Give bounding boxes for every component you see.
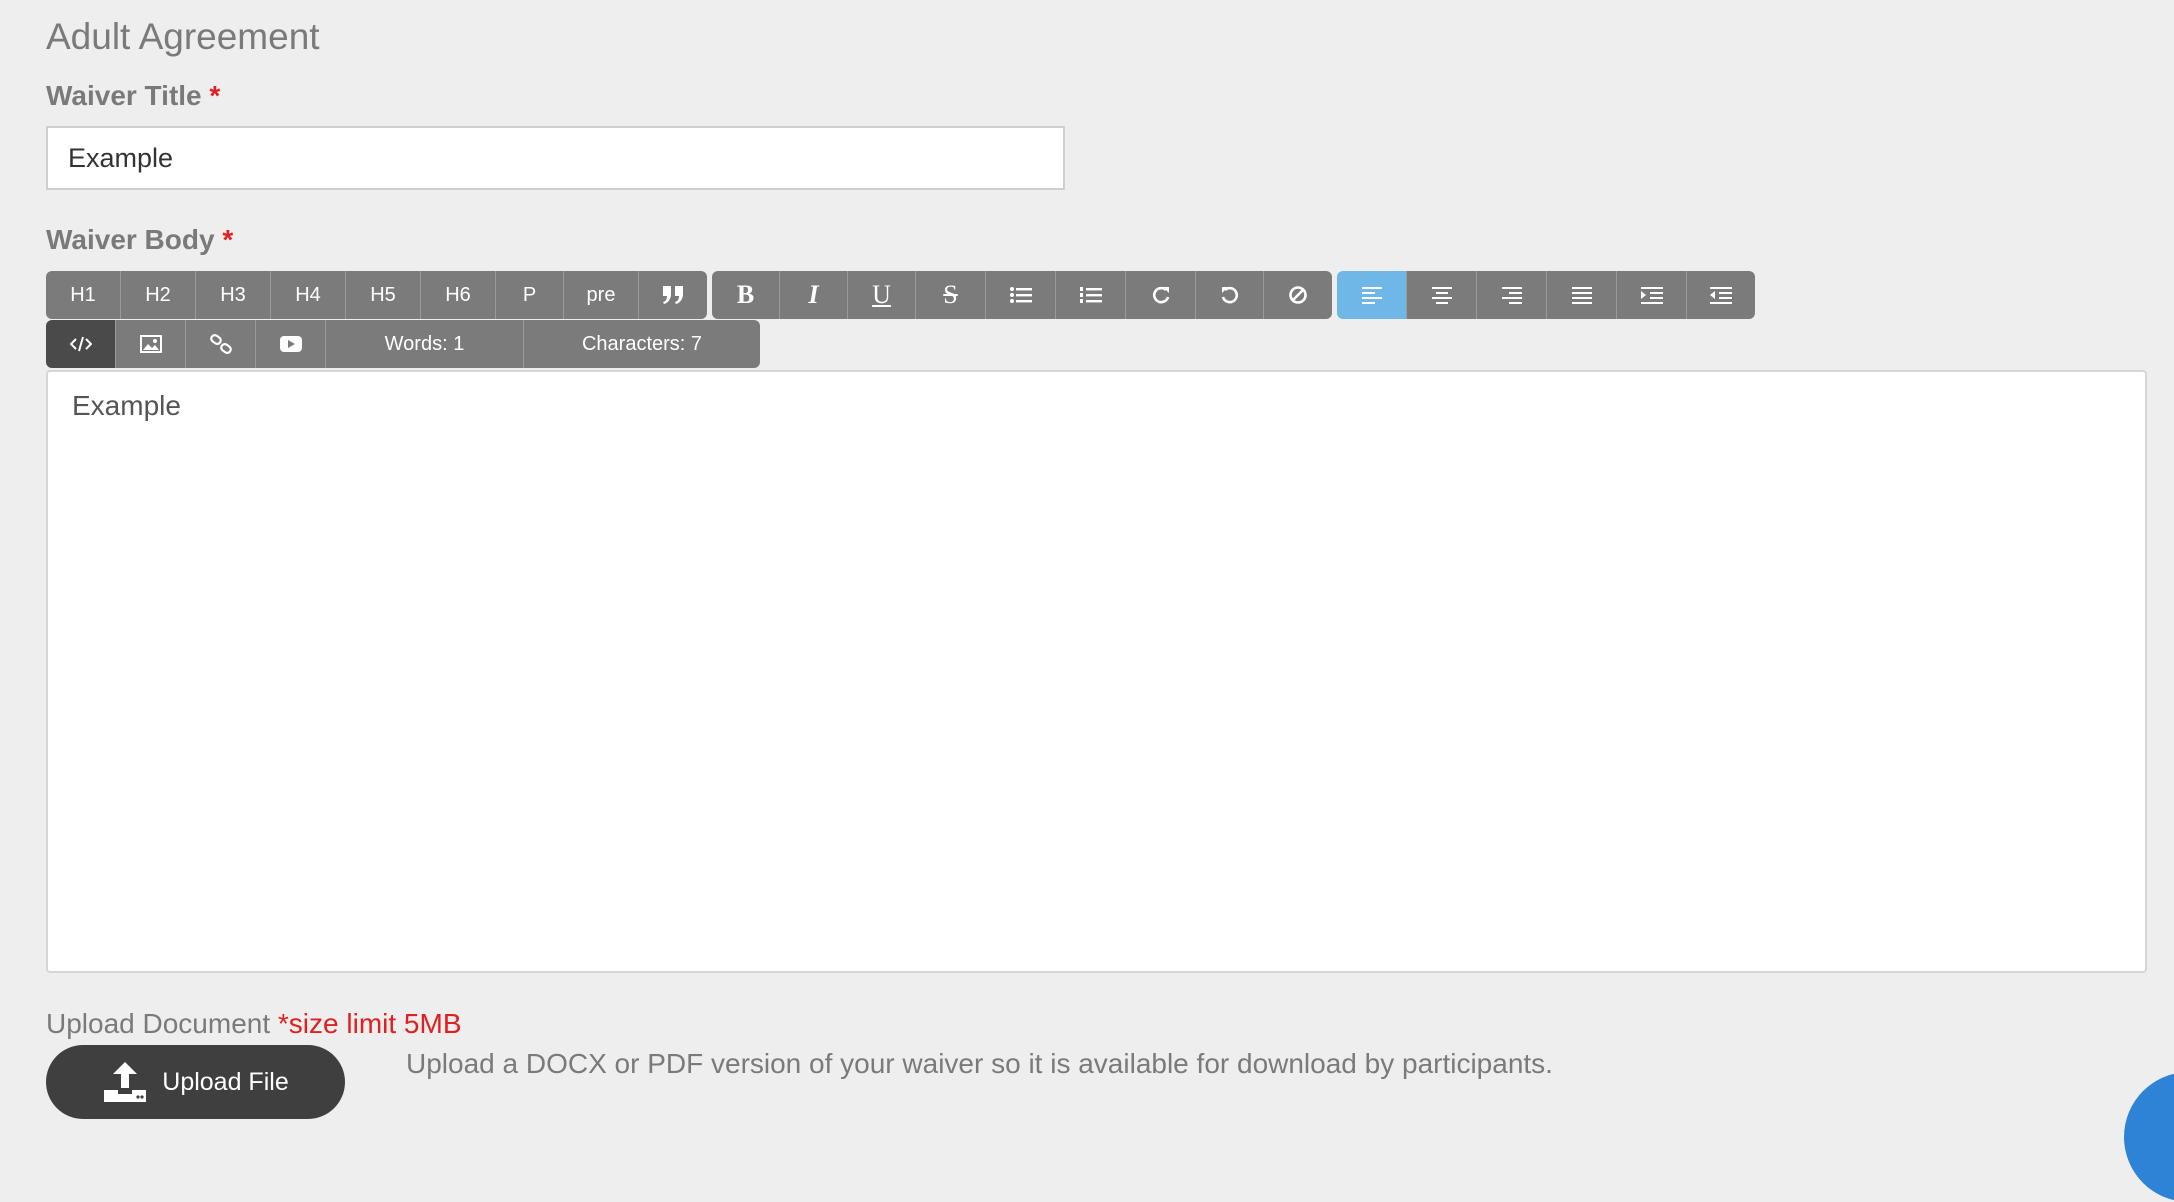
bullet-list-button[interactable]	[986, 271, 1056, 319]
pre-button[interactable]: pre	[564, 271, 639, 319]
numbered-list-button[interactable]	[1056, 271, 1126, 319]
underline-button[interactable]: U	[848, 271, 916, 319]
waiver-body-label-text: Waiver Body	[46, 224, 215, 255]
character-count: Characters: 7	[524, 320, 760, 368]
code-view-button[interactable]	[46, 320, 116, 368]
upload-file-label: Upload File	[162, 1067, 289, 1096]
upload-icon	[102, 1060, 148, 1104]
align-right-button[interactable]	[1477, 271, 1547, 319]
align-right-icon	[1501, 286, 1522, 304]
bold-button[interactable]: B	[712, 271, 780, 319]
insert-image-button[interactable]	[116, 320, 186, 368]
h5-button[interactable]: H5	[346, 271, 421, 319]
image-icon	[139, 335, 162, 353]
bullet-list-icon	[1009, 286, 1032, 304]
h6-button[interactable]: H6	[421, 271, 496, 319]
indent-icon	[1640, 286, 1663, 304]
waiver-title-label: Waiver Title *	[46, 80, 220, 112]
heading-group: H1 H2 H3 H4 H5 H6 P pre	[46, 271, 707, 319]
link-icon	[209, 334, 232, 354]
editor-toolbar-row-2: Words: 1 Characters: 7	[46, 320, 760, 368]
align-justify-button[interactable]	[1547, 271, 1617, 319]
redo-button[interactable]	[1126, 271, 1196, 319]
upload-file-button[interactable]: Upload File	[46, 1045, 345, 1119]
upload-document-label: Upload Document *size limit 5MB	[46, 1008, 462, 1040]
h2-button[interactable]: H2	[121, 271, 196, 319]
size-limit-note: *size limit 5MB	[277, 1008, 462, 1039]
waiver-body-editor[interactable]: Example	[46, 370, 2147, 973]
editor-toolbar-row-1: H1 H2 H3 H4 H5 H6 P pre B I U S	[46, 271, 1760, 319]
code-icon	[69, 336, 92, 352]
editor-content: Example	[72, 390, 181, 421]
blockquote-button[interactable]	[639, 271, 707, 319]
format-group: B I U S	[712, 271, 1332, 319]
undo-icon	[1220, 285, 1240, 305]
align-center-button[interactable]	[1407, 271, 1477, 319]
word-count: Words: 1	[326, 320, 524, 368]
waiver-body-label: Waiver Body *	[46, 224, 233, 256]
h4-button[interactable]: H4	[271, 271, 346, 319]
waiver-title-label-text: Waiver Title	[46, 80, 202, 111]
required-mark: *	[209, 80, 221, 111]
align-justify-icon	[1571, 286, 1592, 304]
strikethrough-button[interactable]: S	[916, 271, 986, 319]
align-left-button[interactable]	[1337, 271, 1407, 319]
upload-hint: Upload a DOCX or PDF version of your wai…	[406, 1048, 1553, 1079]
help-chat-button[interactable]	[2124, 1072, 2174, 1202]
undo-button[interactable]	[1196, 271, 1264, 319]
redo-icon	[1151, 285, 1171, 305]
italic-button[interactable]: I	[780, 271, 848, 319]
indent-button[interactable]	[1617, 271, 1687, 319]
align-left-icon	[1361, 286, 1382, 304]
align-center-icon	[1431, 286, 1452, 304]
ban-icon	[1288, 285, 1308, 305]
numbered-list-icon	[1079, 286, 1102, 304]
required-mark: *	[222, 224, 234, 255]
clear-formatting-button[interactable]	[1264, 271, 1332, 319]
insert-group: Words: 1 Characters: 7	[46, 320, 760, 368]
outdent-icon	[1710, 286, 1732, 304]
outdent-button[interactable]	[1687, 271, 1755, 319]
insert-video-button[interactable]	[256, 320, 326, 368]
video-icon	[279, 335, 302, 353]
h1-button[interactable]: H1	[46, 271, 121, 319]
paragraph-button[interactable]: P	[496, 271, 564, 319]
alignment-group	[1337, 271, 1755, 319]
section-title: Adult Agreement	[46, 16, 320, 57]
waiver-title-input[interactable]	[46, 126, 1065, 190]
h3-button[interactable]: H3	[196, 271, 271, 319]
insert-link-button[interactable]	[186, 320, 256, 368]
quote-icon	[662, 285, 684, 305]
upload-document-label-text: Upload Document	[46, 1008, 271, 1039]
